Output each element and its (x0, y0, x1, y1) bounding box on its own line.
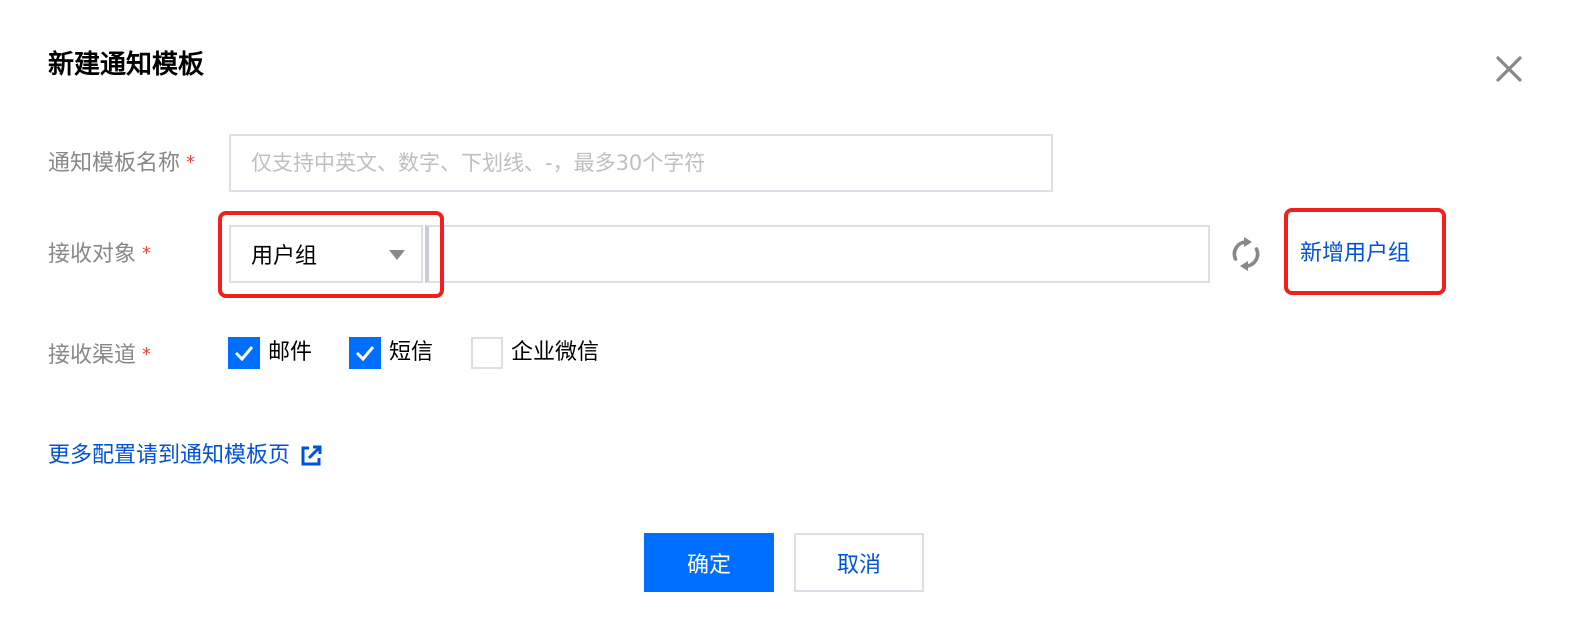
receiver-type-value: 用户组 (251, 244, 318, 269)
close-button[interactable] (1492, 52, 1526, 86)
confirm-button[interactable]: 确定 (644, 533, 774, 592)
external-link-icon (301, 445, 322, 466)
channel-option-sms[interactable]: 短信 (349, 336, 433, 370)
check-icon (355, 346, 375, 362)
template-name-label: 通知模板名称 * (48, 148, 195, 179)
sms-label: 短信 (389, 340, 434, 365)
close-icon (1496, 56, 1522, 82)
add-user-group-link[interactable]: 新增用户组 (1300, 238, 1410, 270)
check-icon (234, 346, 254, 362)
wecom-checkbox[interactable] (471, 337, 503, 369)
wecom-label: 企业微信 (511, 340, 600, 365)
more-config-link[interactable]: 更多配置请到通知模板页 (48, 440, 322, 472)
receiver-label-text: 接收对象 (48, 242, 137, 267)
refresh-icon[interactable] (1230, 237, 1262, 271)
template-name-input[interactable] (229, 134, 1053, 192)
channel-label: 接收渠道 * (48, 340, 151, 371)
dialog-title: 新建通知模板 (48, 50, 205, 80)
channel-option-wecom[interactable]: 企业微信 (471, 336, 599, 370)
caret-down-icon (389, 250, 405, 260)
receiver-type-select[interactable]: 用户组 (229, 225, 423, 283)
template-name-label-text: 通知模板名称 (48, 151, 181, 176)
required-mark: * (142, 243, 152, 264)
receiver-label: 接收对象 * (48, 239, 151, 270)
cancel-button[interactable]: 取消 (794, 533, 924, 592)
sms-checkbox[interactable] (349, 337, 381, 369)
more-config-link-text: 更多配置请到通知模板页 (48, 443, 291, 468)
channel-option-email[interactable]: 邮件 (228, 336, 312, 370)
email-label: 邮件 (268, 340, 313, 365)
receiver-target-input[interactable] (425, 225, 1210, 283)
new-notification-template-dialog: 新建通知模板 通知模板名称* 接收对象* 用户组 新增用户组 接收渠道* 邮件 (0, 0, 1596, 644)
channel-label-text: 接收渠道 (48, 343, 137, 368)
required-mark: * (186, 152, 196, 173)
email-checkbox[interactable] (228, 337, 260, 369)
required-mark: * (142, 344, 152, 365)
